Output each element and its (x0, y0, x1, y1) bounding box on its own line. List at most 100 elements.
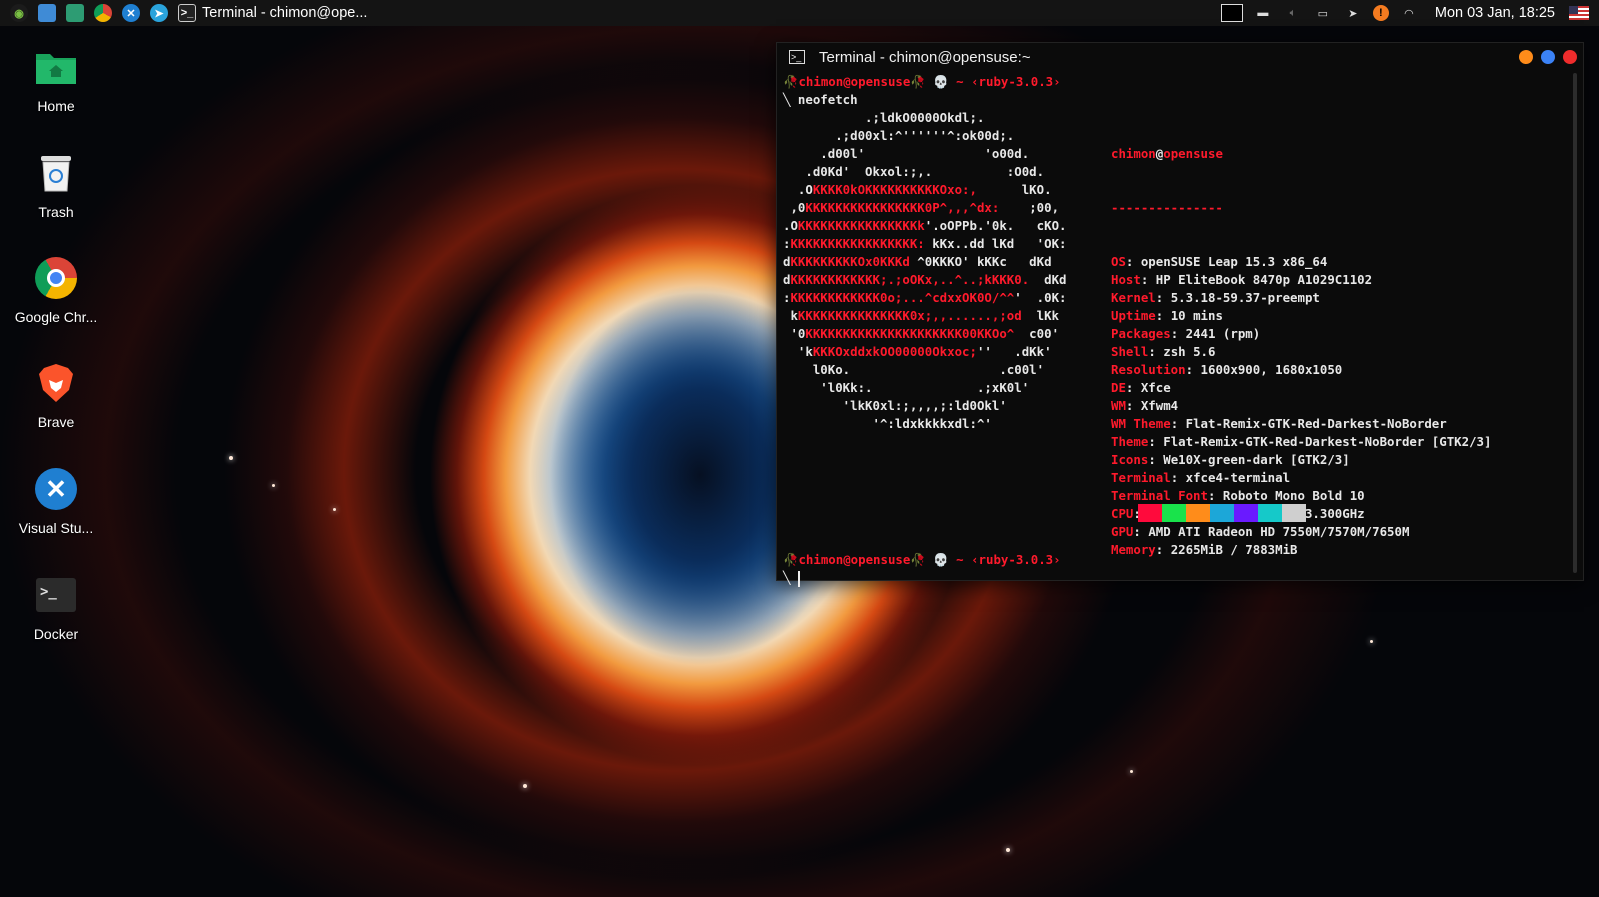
info-row: Terminal: xfce4-terminal (1111, 470, 1291, 485)
desktop-icon-label: Visual Stu... (18, 520, 94, 536)
star (1370, 640, 1373, 643)
software-icon[interactable] (66, 4, 84, 22)
star (272, 484, 275, 487)
info-key: Uptime (1111, 308, 1156, 323)
ascii-line: .;d00xl:^''''''^:ok00d;. (783, 128, 1015, 143)
window-icon[interactable] (1220, 4, 1243, 22)
send-icon[interactable]: ➤ (1343, 5, 1363, 21)
info-row: Uptime: 10 mins (1111, 308, 1223, 323)
desktop-icon-trash[interactable]: Trash (8, 150, 104, 220)
chrome-icon[interactable] (94, 4, 112, 22)
us-flag-icon[interactable] (1569, 6, 1589, 20)
info-key: Packages (1111, 326, 1171, 341)
desktop-icon-label: Home (37, 98, 75, 114)
ascii-line: .;ldkO0000Okdl;. (783, 110, 985, 125)
terminal-titlebar[interactable]: >_ Terminal - chimon@opensuse:~ (777, 43, 1583, 71)
vscode-icon[interactable]: ✕ (122, 4, 140, 22)
update-alert-icon[interactable]: ! (1372, 5, 1389, 21)
info-key: Icons (1111, 452, 1149, 467)
prompt-ruby-version: ‹ruby-3.0.3› (971, 552, 1061, 567)
ascii-line: .d00l' 'o00d. (783, 146, 1030, 161)
info-key: OS (1111, 254, 1126, 269)
ascii-line: kKKKKKKKKKKKKKKK0x;,,......,;od lKk (783, 308, 1060, 323)
ascii-line: 'kKKKOxddxkOO00000Okxoc;'' .dKk' (783, 344, 1052, 359)
desktop-icon-label: Brave (37, 414, 75, 430)
info-value: 1600x900, 1680x1050 (1200, 362, 1343, 377)
info-value: AMD ATI Radeon HD 7550M/7570M/7650M (1148, 524, 1410, 539)
info-row: Resolution: 1600x900, 1680x1050 (1111, 362, 1343, 377)
info-separator: --------------- (1111, 200, 1223, 215)
info-key: Theme (1111, 434, 1149, 449)
terminal-icon: >_ (789, 50, 805, 64)
file-manager-icon[interactable] (38, 4, 56, 22)
info-value: HP EliteBook 8470p A1029C1102 (1155, 272, 1373, 287)
desktop-icon-home[interactable]: Home (8, 44, 104, 114)
prompt-user: chimon@opensuse (798, 74, 911, 89)
telegram-icon[interactable]: ➤ (150, 4, 168, 22)
info-key: GPU (1111, 524, 1134, 539)
input-line[interactable]: ╲ (783, 569, 800, 587)
info-value: xfce4-terminal (1185, 470, 1291, 485)
close-button[interactable] (1563, 50, 1577, 64)
info-key: DE (1111, 380, 1126, 395)
ascii-line: dKKKKKKKKKOx0KKKd ^0KKKO' kKKc dKd (783, 254, 1052, 269)
palette-swatch (1186, 504, 1210, 522)
battery-icon[interactable]: ▭ (1313, 5, 1333, 21)
info-row: GPU: AMD ATI Radeon HD 7550M/7570M/7650M (1111, 524, 1410, 539)
ascii-line: '0KKKKKKKKKKKKKKKKKKKKK00KKOo^ c00' (783, 326, 1060, 341)
maximize-button[interactable] (1541, 50, 1555, 64)
info-key: CPU (1111, 506, 1134, 521)
info-row: OS: openSUSE Leap 15.3 x86_64 (1111, 254, 1328, 269)
prompt-ruby-version: ‹ruby-3.0.3› (971, 74, 1061, 89)
info-value: zsh 5.6 (1163, 344, 1216, 359)
palette-swatch (1138, 504, 1162, 522)
color-palette (1138, 504, 1306, 522)
star (1006, 848, 1010, 852)
info-value: Xfwm4 (1140, 398, 1179, 413)
terminal-app-icon: >_ (33, 572, 79, 618)
palette-swatch (1162, 504, 1186, 522)
info-value: Flat-Remix-GTK-Red-Darkest-NoBorder (1185, 416, 1447, 431)
terminal-scrollbar[interactable] (1573, 73, 1577, 573)
info-value: Xfce (1140, 380, 1171, 395)
ascii-line: .OKKKKKKKKKKKKKKKKk'.oOPPb.'0k. cKO. (783, 218, 1067, 233)
info-value: openSUSE Leap 15.3 x86_64 (1140, 254, 1328, 269)
screen-icon[interactable]: ▬ (1253, 5, 1273, 21)
desktop-icon-docker[interactable]: >_ Docker (8, 572, 104, 642)
info-key: WM Theme (1111, 416, 1171, 431)
wifi-icon[interactable]: ◠ (1399, 5, 1419, 21)
system-tray: ▬ 🔈︎ ▭ ➤ ! ◠ Mon 03 Jan, 18:25 (1220, 0, 1599, 26)
terminal-window[interactable]: >_ Terminal - chimon@opensuse:~ 🥀chimon@… (776, 42, 1584, 587)
terminal-icon[interactable]: >_ (178, 4, 196, 22)
info-key: Terminal (1111, 470, 1171, 485)
info-key: WM (1111, 398, 1126, 413)
star (523, 784, 527, 788)
info-value: 2265MiB / 7883MiB (1170, 542, 1298, 557)
info-row: Theme: Flat-Remix-GTK-Red-Darkest-NoBord… (1111, 434, 1492, 449)
opensuse-icon[interactable]: ◉ (10, 4, 28, 22)
volume-icon[interactable]: 🔈︎ (1283, 5, 1303, 21)
desktop-icon-visual-studio[interactable]: ✕ Visual Stu... (8, 466, 104, 536)
info-row: Packages: 2441 (rpm) (1111, 326, 1261, 341)
task-title[interactable]: Terminal - chimon@ope... (202, 5, 367, 21)
palette-swatch (1234, 504, 1258, 522)
ascii-line: ,0KKKKKKKKKKKKKKKK0P^,,,^dx: ;00, (783, 200, 1060, 215)
ascii-line: '^:ldxkkkkxdl:^' (783, 416, 992, 431)
info-row: Icons: We10X-green-dark [GTK2/3] (1111, 452, 1350, 467)
info-row: Shell: zsh 5.6 (1111, 344, 1216, 359)
command-line: ╲ neofetch (783, 92, 858, 107)
prompt-user: chimon@opensuse (798, 552, 911, 567)
info-row: WM: Xfwm4 (1111, 398, 1179, 413)
terminal-title: Terminal - chimon@opensuse:~ (819, 48, 1031, 66)
trash-icon (33, 150, 79, 196)
prompt-path: ~ (956, 552, 964, 567)
info-row: Kernel: 5.3.18-59.37-preempt (1111, 290, 1320, 305)
info-key: Resolution (1111, 362, 1186, 377)
desktop-icon-google-chrome[interactable]: Google Chr... (8, 255, 104, 325)
minimize-button[interactable] (1519, 50, 1533, 64)
terminal-output[interactable]: 🥀chimon@opensuse🥀 💀 ~ ‹ruby-3.0.3› ╲ neo… (783, 73, 1569, 587)
desktop-icon-brave[interactable]: Brave (8, 360, 104, 430)
clock[interactable]: Mon 03 Jan, 18:25 (1435, 5, 1555, 21)
prompt-line: 🥀chimon@opensuse🥀 💀 ~ ‹ruby-3.0.3› (783, 74, 1061, 89)
neofetch-ascii-logo: .;ldkO0000Okdl;. .;d00xl:^''''''^:ok00d;… (783, 109, 1067, 433)
